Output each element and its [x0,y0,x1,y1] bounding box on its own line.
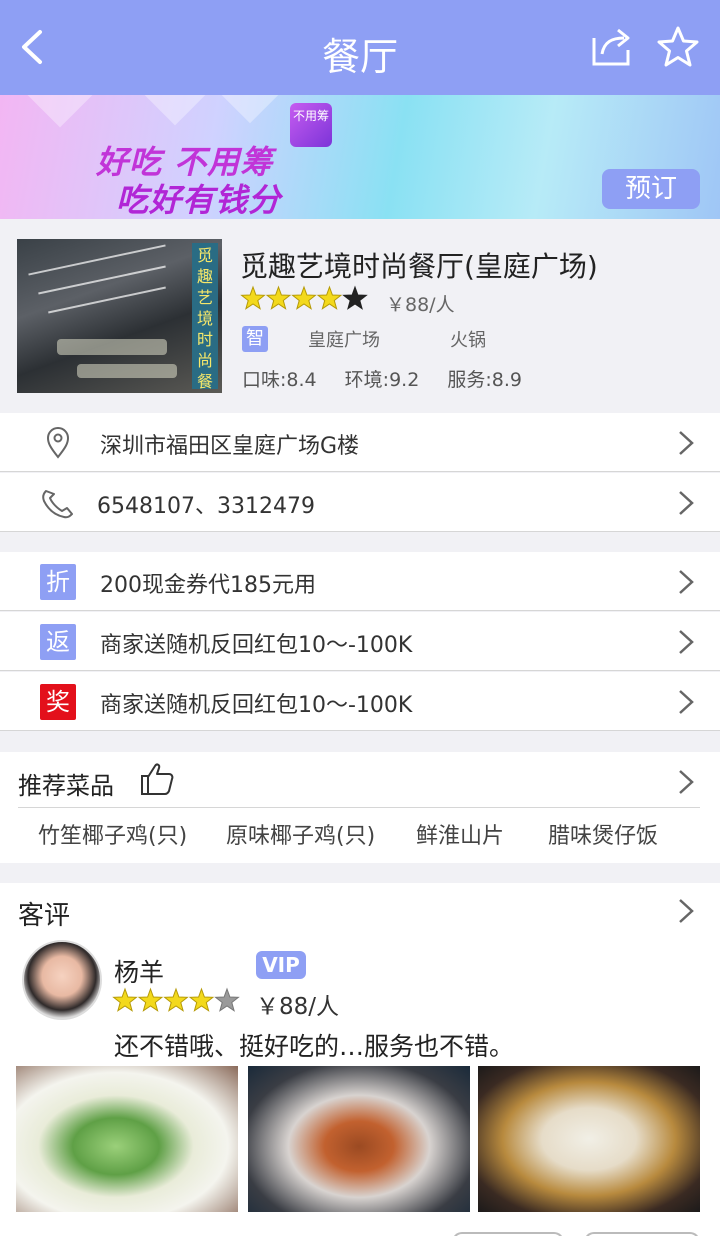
star-empty-icon [214,987,240,1012]
chevron-right-icon [679,630,694,654]
prize-badge: 奖 [40,684,76,720]
restaurant-photo[interactable]: 觅趣艺境时尚餐 [17,239,222,393]
star-filled-icon [291,285,317,310]
review-photo[interactable] [248,1066,470,1212]
offer-text: 200现金券代185元用 [100,573,316,598]
discount-badge: 折 [40,564,76,600]
photo-detail [77,364,177,378]
reviews-section: 客评 杨羊 VIP ￥88/人 还不错哦、挺好吃的…服务也不错。 [0,883,720,1236]
star-filled-icon [112,987,138,1012]
reviewer-name: 杨羊 [114,958,165,987]
photo-detail [48,286,166,314]
address-text: 深圳市福田区皇庭广场G楼 [100,434,360,459]
phone-icon [42,490,73,519]
chevron-right-icon [679,570,694,594]
action-button[interactable] [452,1232,564,1236]
restaurant-name: 觅趣艺境时尚餐厅(皇庭广场) [240,250,598,283]
vip-badge: VIP [256,951,306,979]
action-button[interactable] [584,1232,700,1236]
phone-text: 6548107、3312479 [97,494,315,519]
restaurant-info: 觅趣艺境时尚餐 觅趣艺境时尚餐厅(皇庭广场) ￥88/人 智 皇庭广场 火锅 口… [0,219,720,412]
review-photo[interactable] [16,1066,238,1212]
address-row[interactable]: 深圳市福田区皇庭广场G楼 [0,413,720,472]
star-filled-icon [188,987,215,1012]
review-price: ￥88/人 [256,994,340,1020]
thumbs-up-icon [141,763,174,795]
dish-item[interactable]: 原味椰子鸡(只) [226,818,375,850]
share-icon[interactable] [588,24,636,70]
scores: 口味:8.4 环境:9.2 服务:8.9 [242,365,544,392]
dish-item[interactable]: 腊味煲仔饭 [548,818,658,850]
offer-row-cashback[interactable]: 返 商家送随机反回红包10～-100K [0,612,720,671]
chevron-right-icon [679,431,694,455]
nav-bar: 餐厅 [0,0,720,95]
star-filled-icon [265,285,292,310]
cuisine-label: 火锅 [450,330,486,351]
smart-tag: 智 [242,326,268,352]
star-filled-icon [163,987,189,1012]
book-button[interactable]: 预订 [602,169,700,209]
star-filled-icon [137,987,164,1012]
avatar[interactable] [22,940,102,1020]
chevron-right-icon[interactable] [676,768,696,796]
banner-logo: 不用筹 [290,103,332,147]
offer-row-discount[interactable]: 折 200现金券代185元用 [0,552,720,611]
dish-list: 竹笙椰子鸡(只) 原味椰子鸡(只) 鲜淮山片 腊味煲仔饭 [0,818,720,854]
review-photo[interactable] [478,1066,700,1212]
dishes-title: 推荐菜品 [18,772,114,800]
photo-sign: 觅趣艺境时尚餐 [192,243,218,391]
offer-row-prize[interactable]: 奖 商家送随机反回红包10～-100K [0,672,720,731]
taste-score: 口味:8.4 [242,369,317,391]
photo-detail [57,339,167,355]
star-filled-icon [316,285,343,310]
favorite-star-icon[interactable] [654,24,702,70]
promo-banner[interactable]: 不用筹 好吃 不用筹 吃好有钱分 预订 [0,95,720,219]
area-label: 皇庭广场 [308,330,380,351]
banner-decoration [139,95,211,126]
star-empty-icon [342,285,368,310]
banner-slogan-2: 吃好有钱分 [116,181,282,219]
phone-row[interactable]: 6548107、3312479 [0,473,720,532]
review-rating-stars [112,987,240,1012]
cashback-badge: 返 [40,624,76,660]
offer-text: 商家送随机反回红包10～-100K [100,693,413,718]
banner-decoration [17,95,103,128]
chevron-right-icon[interactable] [676,897,696,925]
chevron-right-icon [679,690,694,714]
reviews-title: 客评 [18,901,71,931]
offer-text: 商家送随机反回红包10～-100K [100,633,413,658]
location-pin-icon [46,427,70,459]
service-score: 服务:8.9 [447,369,522,391]
banner-decoration [221,95,279,124]
price-per-person: ￥88/人 [386,294,455,316]
divider [18,807,700,808]
chevron-right-icon [679,491,694,515]
environment-score: 环境:9.2 [344,369,420,391]
dish-item[interactable]: 竹笙椰子鸡(只) [38,818,187,850]
recommended-dishes: 推荐菜品 竹笙椰子鸡(只) 原味椰子鸡(只) 鲜淮山片 腊味煲仔饭 [0,752,720,863]
star-filled-icon [240,285,266,310]
dish-item[interactable]: 鲜淮山片 [416,818,504,850]
rating-stars [240,285,368,310]
review-comment: 还不错哦、挺好吃的…服务也不错。 [114,1032,515,1061]
